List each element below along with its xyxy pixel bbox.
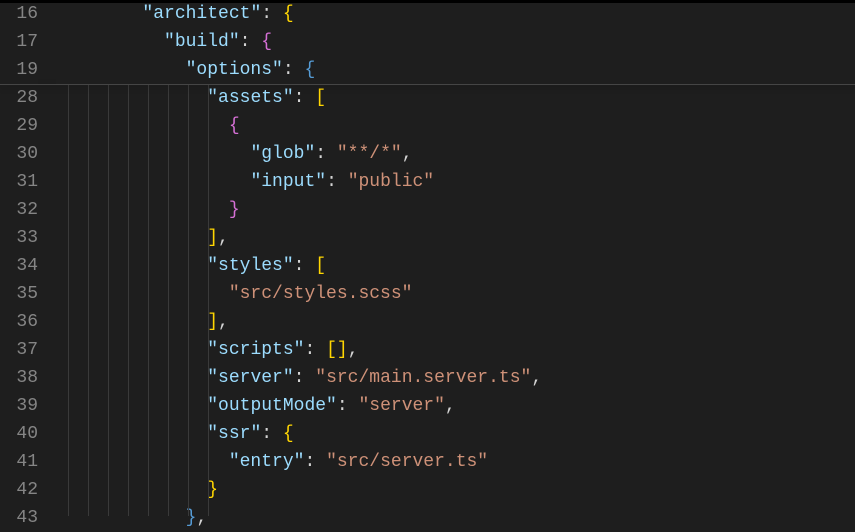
comma: ,	[218, 228, 229, 248]
line-number: 32	[0, 196, 38, 224]
colon: :	[304, 340, 315, 360]
json-string: "public"	[348, 172, 434, 192]
json-key: "server"	[207, 368, 293, 388]
close-bracket: ]	[207, 312, 218, 332]
code-line[interactable]: }	[56, 196, 855, 224]
close-bracket: ]	[207, 228, 218, 248]
open-brace: {	[229, 116, 240, 136]
code-line[interactable]: "styles": [	[56, 252, 855, 280]
open-brace: {	[261, 32, 272, 52]
line-number: 41	[0, 448, 38, 476]
colon: :	[261, 4, 272, 24]
open-brace: {	[283, 424, 294, 444]
close-brace: }	[186, 508, 197, 528]
code-line[interactable]: ],	[56, 308, 855, 336]
close-brace: }	[207, 480, 218, 500]
line-number: 40	[0, 420, 38, 448]
code-line[interactable]: },	[56, 504, 855, 532]
json-key: "input"	[250, 172, 326, 192]
colon: :	[261, 424, 272, 444]
line-number: 30	[0, 140, 38, 168]
line-number: 28	[0, 84, 38, 112]
json-string: "src/styles.scss"	[229, 284, 413, 304]
json-key: "build"	[164, 32, 240, 52]
json-key: "outputMode"	[207, 396, 337, 416]
json-key: "architect"	[142, 4, 261, 24]
code-line[interactable]: "server": "src/main.server.ts",	[56, 364, 855, 392]
code-line[interactable]: {	[56, 112, 855, 140]
comma: ,	[218, 312, 229, 332]
comma: ,	[348, 340, 359, 360]
code-line[interactable]: "ssr": {	[56, 420, 855, 448]
json-string: "server"	[358, 396, 444, 416]
empty-array: []	[326, 340, 348, 360]
json-key: "styles"	[207, 256, 293, 276]
line-number: 37	[0, 336, 38, 364]
close-brace: }	[229, 200, 240, 220]
line-number-gutter: 16 17 19 28 29 30 31 32 33 34 35 36 37 3…	[0, 0, 56, 516]
code-line[interactable]: "scripts": [],	[56, 336, 855, 364]
code-line[interactable]: "build": {	[56, 28, 855, 56]
open-bracket: [	[315, 88, 326, 108]
line-number: 17	[0, 28, 38, 56]
json-string: "src/server.ts"	[326, 452, 488, 472]
code-line[interactable]: "glob": "**/*",	[56, 140, 855, 168]
json-string: "src/main.server.ts"	[315, 368, 531, 388]
line-number: 31	[0, 168, 38, 196]
code-line[interactable]: "outputMode": "server",	[56, 392, 855, 420]
colon: :	[326, 172, 337, 192]
line-number: 42	[0, 476, 38, 504]
colon: :	[240, 32, 251, 52]
line-number: 38	[0, 364, 38, 392]
colon: :	[294, 368, 305, 388]
colon: :	[283, 60, 294, 80]
code-line[interactable]: "assets": [	[56, 84, 855, 112]
code-line[interactable]: "options": {	[56, 56, 855, 84]
comma: ,	[402, 144, 413, 164]
json-key: "entry"	[229, 452, 305, 472]
json-key: "ssr"	[207, 424, 261, 444]
code-line[interactable]: "entry": "src/server.ts"	[56, 448, 855, 476]
colon: :	[337, 396, 348, 416]
open-brace: {	[283, 4, 294, 24]
json-key: "options"	[186, 60, 283, 80]
comma: ,	[531, 368, 542, 388]
code-line[interactable]: "input": "public"	[56, 168, 855, 196]
line-number: 19	[0, 56, 38, 84]
line-number: 16	[0, 0, 38, 28]
code-line[interactable]: "architect": {	[56, 0, 855, 28]
open-brace: {	[304, 60, 315, 80]
line-number: 43	[0, 504, 38, 532]
colon: :	[294, 88, 305, 108]
line-number: 29	[0, 112, 38, 140]
colon: :	[304, 452, 315, 472]
json-key: "scripts"	[207, 340, 304, 360]
code-line[interactable]: "src/styles.scss"	[56, 280, 855, 308]
line-number: 34	[0, 252, 38, 280]
line-number: 39	[0, 392, 38, 420]
code-line[interactable]: }	[56, 476, 855, 504]
line-number: 36	[0, 308, 38, 336]
comma: ,	[196, 508, 207, 528]
colon: :	[294, 256, 305, 276]
line-number: 33	[0, 224, 38, 252]
code-content[interactable]: "architect": { "build": { "options": { "…	[56, 0, 855, 516]
code-editor[interactable]: 16 17 19 28 29 30 31 32 33 34 35 36 37 3…	[0, 0, 855, 516]
json-key: "glob"	[250, 144, 315, 164]
json-string: "**/*"	[337, 144, 402, 164]
code-line[interactable]: ],	[56, 224, 855, 252]
comma: ,	[445, 396, 456, 416]
line-number: 35	[0, 280, 38, 308]
open-bracket: [	[315, 256, 326, 276]
json-key: "assets"	[207, 88, 293, 108]
colon: :	[315, 144, 326, 164]
